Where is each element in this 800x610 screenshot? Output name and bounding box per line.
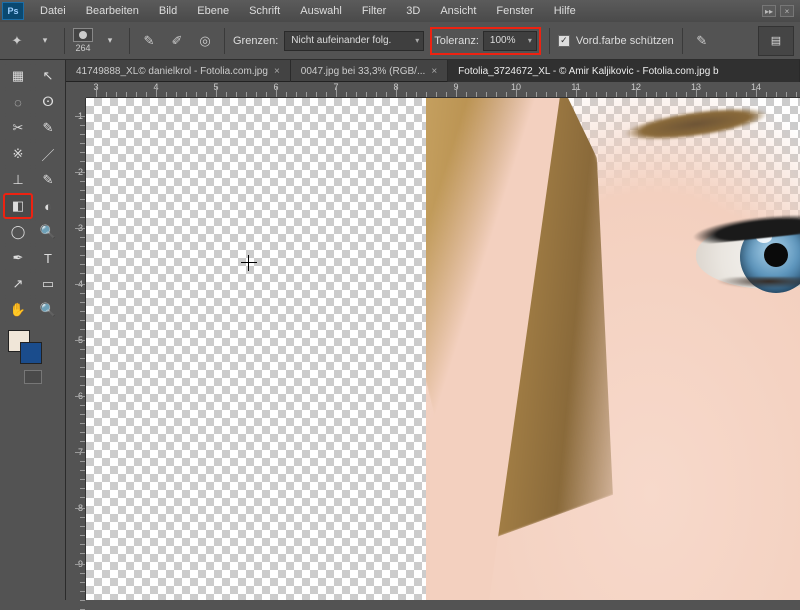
photoshop-logo-icon: Ps: [2, 2, 24, 20]
options-bar: ✦ ▾ 264 ▾ ✎ ✐ ◎ Grenzen: Nicht aufeinand…: [0, 22, 800, 60]
color-swatches[interactable]: [0, 326, 65, 370]
tool-type[interactable]: T: [34, 246, 62, 270]
chevron-down-icon[interactable]: ▾: [34, 30, 56, 52]
canvas[interactable]: [86, 98, 800, 600]
brush-settings-icon[interactable]: ✎: [138, 30, 160, 52]
menu-filter[interactable]: Filter: [352, 0, 396, 22]
image-content: [426, 98, 800, 600]
panel-toggle-icon[interactable]: ▤: [758, 26, 794, 56]
ruler-horizontal: 34567891011121314: [86, 82, 800, 98]
menu-fenster[interactable]: Fenster: [486, 0, 543, 22]
close-icon[interactable]: ×: [274, 66, 280, 77]
tool-hist[interactable]: ✎: [34, 168, 62, 192]
tool-crop[interactable]: ✂: [4, 116, 32, 140]
toleranz-dropdown[interactable]: 100%: [483, 31, 537, 51]
protect-fg-checkbox[interactable]: ✓: [558, 35, 570, 47]
menu-auswahl[interactable]: Auswahl: [290, 0, 352, 22]
grenzen-label: Grenzen:: [233, 35, 278, 47]
tool-bg-eraser[interactable]: ◧: [4, 194, 32, 218]
tab-doc-3[interactable]: Fotolia_3724672_XL - © Amir Kaljikovic -…: [448, 60, 800, 82]
brush-panel-icon[interactable]: ✐: [166, 30, 188, 52]
menu-bearbeiten[interactable]: Bearbeiten: [76, 0, 149, 22]
collapse-icon[interactable]: ▸▸: [762, 5, 776, 17]
protect-fg-label: Vord.farbe schützen: [576, 35, 674, 47]
tablet-pressure-icon[interactable]: ✎: [691, 30, 713, 52]
toleranz-highlight: Toleranz: 100%: [430, 27, 541, 55]
menu-hilfe[interactable]: Hilfe: [544, 0, 586, 22]
tool-path[interactable]: ↗: [4, 272, 32, 296]
tool-arrow[interactable]: ↖: [34, 64, 62, 88]
menu-ansicht[interactable]: Ansicht: [430, 0, 486, 22]
tool-preset-icon[interactable]: ✦: [6, 30, 28, 52]
ruler-vertical: 123456789: [66, 98, 86, 600]
grenzen-dropdown[interactable]: Nicht aufeinander folg.: [284, 31, 424, 51]
brush-preview[interactable]: 264: [73, 28, 93, 53]
menu-schrift[interactable]: Schrift: [239, 0, 290, 22]
menu-ebene[interactable]: Ebene: [187, 0, 239, 22]
sample-icon[interactable]: ◎: [194, 30, 216, 52]
tool-dodge[interactable]: ◯: [4, 220, 32, 244]
tab-label: 0047.jpg bei 33,3% (RGB/...: [301, 66, 426, 77]
tab-label: 41749888_XL© danielkrol - Fotolia.com.jp…: [76, 66, 268, 77]
tool-move[interactable]: ▦: [4, 64, 32, 88]
tool-zoom2[interactable]: 🔍: [34, 220, 62, 244]
tool-dock: ▦↖◌ⵙ✂✎※／⊥✎◧◐◯🔍✒T↗▭✋🔍: [0, 60, 66, 600]
menu-bar: Ps Datei Bearbeiten Bild Ebene Schrift A…: [0, 0, 800, 22]
tool-eyedrop[interactable]: ✎: [34, 116, 62, 140]
tool-stamp[interactable]: ⊥: [4, 168, 32, 192]
tab-doc-2[interactable]: 0047.jpg bei 33,3% (RGB/... ×: [291, 60, 448, 82]
tab-doc-1[interactable]: 41749888_XL© danielkrol - Fotolia.com.jp…: [66, 60, 291, 82]
brush-size-value: 264: [75, 43, 90, 53]
tool-hand[interactable]: ✋: [4, 298, 32, 322]
crosshair-cursor-icon: [241, 255, 257, 271]
tool-freebrush[interactable]: ⵙ: [34, 90, 62, 114]
tool-patch[interactable]: ※: [4, 142, 32, 166]
background-swatch[interactable]: [20, 342, 42, 364]
document-tabs: 41749888_XL© danielkrol - Fotolia.com.jp…: [66, 60, 800, 82]
quickmask-icon[interactable]: [0, 370, 65, 384]
tool-sponge[interactable]: ◐: [34, 194, 62, 218]
window-buttons: ▸▸ ×: [762, 5, 800, 17]
menu-3d[interactable]: 3D: [396, 0, 430, 22]
close-icon[interactable]: ×: [431, 66, 437, 77]
tool-pen[interactable]: ✒: [4, 246, 32, 270]
tool-marquee[interactable]: ◌: [4, 90, 32, 114]
tool-zoom[interactable]: 🔍: [34, 298, 62, 322]
tab-label: Fotolia_3724672_XL - © Amir Kaljikovic -…: [458, 66, 718, 77]
close-icon[interactable]: ×: [780, 5, 794, 17]
chevron-down-icon[interactable]: ▾: [99, 30, 121, 52]
menu-bild[interactable]: Bild: [149, 0, 187, 22]
tool-brush[interactable]: ／: [34, 142, 62, 166]
menu-datei[interactable]: Datei: [30, 0, 76, 22]
toleranz-label: Toleranz:: [434, 35, 479, 47]
tool-rect[interactable]: ▭: [34, 272, 62, 296]
